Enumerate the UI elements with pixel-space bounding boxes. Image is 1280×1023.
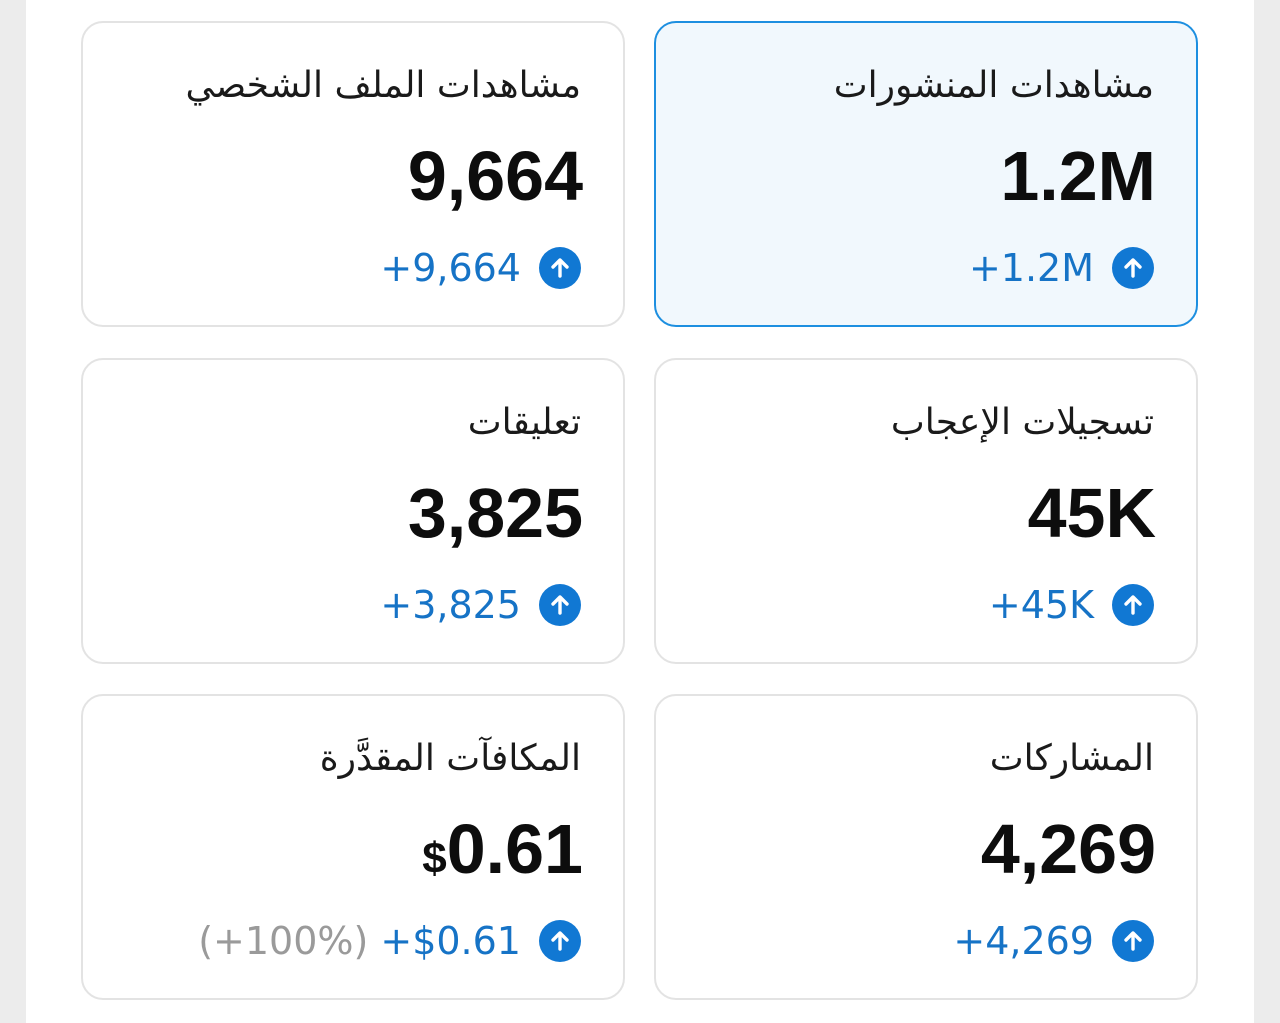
arrow-up-circle-icon (539, 247, 581, 289)
card-title: تسجيلات الإعجاب (890, 402, 1154, 443)
arrow-up-circle-icon (539, 584, 581, 626)
arrow-up-circle-icon (1112, 920, 1154, 962)
arrow-up-circle-icon (1112, 584, 1154, 626)
card-change: +4,269 (953, 914, 1154, 968)
profile-views-card[interactable]: مشاهدات الملف الشخصي 9,664 +9,664 (81, 21, 625, 327)
card-title: مشاهدات الملف الشخصي (185, 65, 581, 106)
post-views-card[interactable]: مشاهدات المنشورات 1.2M +1.2M (654, 21, 1198, 327)
card-value: 9,664 (407, 137, 583, 215)
card-change: +$0.61 (+100%) (198, 914, 581, 968)
change-text: +3,825 (380, 583, 521, 627)
change-text: +1.2M (968, 246, 1094, 290)
shares-card[interactable]: المشاركات 4,269 +4,269 (654, 694, 1198, 1000)
change-text: +$0.61 (380, 919, 521, 963)
arrow-up-circle-icon (539, 920, 581, 962)
card-value: 1.2M (1000, 137, 1156, 215)
currency-symbol: $ (422, 834, 447, 883)
change-text: +9,664 (380, 246, 521, 290)
comments-card[interactable]: تعليقات 3,825 +3,825 (81, 358, 625, 664)
card-value: 45K (1027, 474, 1156, 552)
card-change: +1.2M (969, 241, 1154, 295)
card-value: 4,269 (980, 810, 1156, 888)
card-title: مشاهدات المنشورات (833, 65, 1154, 106)
card-title: المشاركات (989, 738, 1154, 779)
card-change: +9,664 (380, 241, 581, 295)
card-title: المكافآت المقدَّرة (319, 738, 581, 779)
change-percent: (+100%) (198, 919, 369, 963)
card-value: 3,825 (407, 474, 583, 552)
card-value: $0.61 (422, 804, 583, 904)
card-change: +3,825 (380, 578, 581, 632)
likes-card[interactable]: تسجيلات الإعجاب 45K +45K (654, 358, 1198, 664)
change-text: +4,269 (953, 919, 1094, 963)
change-text: +45K (988, 583, 1094, 627)
estimated-rewards-card[interactable]: المكافآت المقدَّرة $0.61 +$0.61 (+100%) (81, 694, 625, 1000)
arrow-up-circle-icon (1112, 247, 1154, 289)
card-title: تعليقات (467, 402, 581, 443)
card-change: +45K (989, 578, 1154, 632)
card-value-amount: 0.61 (446, 810, 583, 888)
